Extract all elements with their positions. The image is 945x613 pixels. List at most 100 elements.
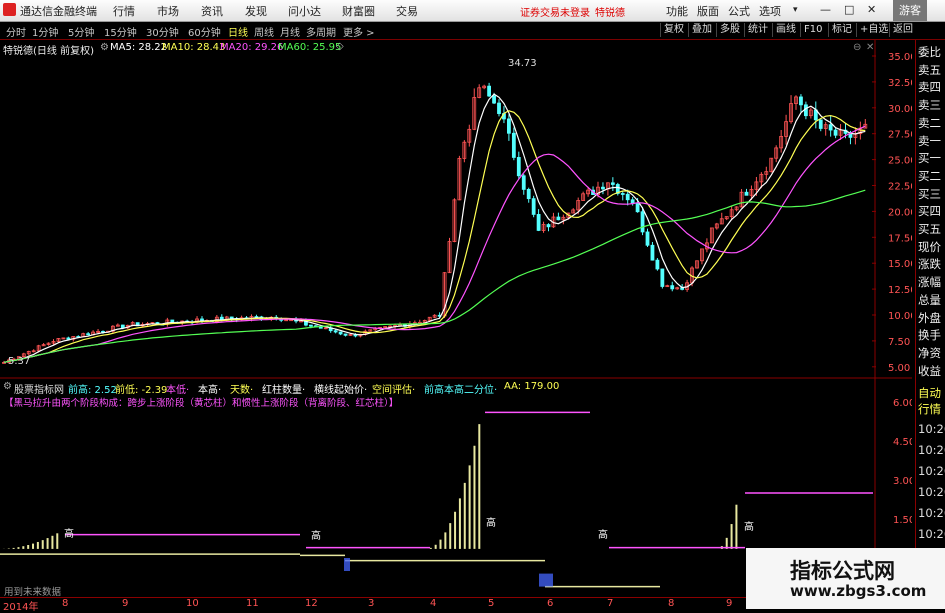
- menu-function[interactable]: 功能: [666, 3, 688, 19]
- indicator-bars: [2, 424, 738, 549]
- time-tick-label: 9: [122, 598, 129, 609]
- adjust-button[interactable]: 复权: [660, 23, 687, 37]
- tab-30min[interactable]: 30分钟: [146, 24, 179, 39]
- menu-news[interactable]: 资讯: [201, 3, 223, 19]
- menu-discover[interactable]: 发现: [245, 3, 267, 19]
- side-panel-label: 净资: [918, 345, 941, 360]
- side-panel-label: 换手: [918, 328, 941, 343]
- candle-body: [799, 96, 803, 106]
- side-panel-label: 总量: [918, 292, 941, 307]
- mark-button[interactable]: 标记: [828, 23, 855, 37]
- candle-body: [170, 319, 175, 323]
- candle-body: [497, 102, 501, 114]
- ind-item-1: 前低: -2.39: [115, 385, 168, 396]
- time-tick-label: 8: [668, 598, 675, 609]
- candle-body: [744, 191, 749, 196]
- candle-body: [338, 331, 343, 335]
- candle-body: [818, 119, 823, 129]
- candle-body: [487, 85, 492, 97]
- login-notice[interactable]: 证券交易未登录: [520, 4, 590, 19]
- indicator-tick-label: 4.50: [893, 437, 912, 448]
- candle-body: [650, 244, 655, 261]
- add-watchlist-button[interactable]: +自选: [856, 23, 891, 37]
- overlay-button[interactable]: 叠加: [688, 23, 715, 37]
- candlestick-series: [2, 82, 868, 364]
- time-tick-label: 2014年: [3, 602, 39, 613]
- menu-market[interactable]: 市场: [157, 3, 179, 19]
- statistics-button[interactable]: 统计: [744, 23, 771, 37]
- close-icon[interactable]: ✕: [867, 3, 876, 16]
- indicator-name[interactable]: 股票指标网: [14, 381, 64, 396]
- menu-ask-xiaoda[interactable]: 问小达: [288, 3, 321, 19]
- tab-60min[interactable]: 60分钟: [188, 24, 221, 39]
- kline-chart[interactable]: 高高高高高 35.0032.5030.0027.5025.0022.5020.0…: [0, 40, 912, 609]
- auto-section-sub[interactable]: 行情: [918, 402, 945, 416]
- menu-formula[interactable]: 公式: [728, 3, 750, 19]
- candle-body: [343, 333, 348, 336]
- price-tick-label: 5.00: [888, 363, 910, 374]
- price-tick-label: 7.50: [888, 337, 910, 348]
- indicator-description: 【黑马拉升由两个阶段构成：跨步上涨阶段（黄芯柱）和惯性上涨阶段（背离阶段、红芯柱…: [4, 398, 399, 409]
- tick-time: 10:26: [918, 422, 945, 436]
- expand-arrows-icon[interactable]: ◇: [336, 41, 344, 52]
- candle-body: [833, 129, 838, 136]
- candle-body: [804, 104, 808, 117]
- menu-layout[interactable]: 版面: [697, 3, 719, 19]
- tab-weekly[interactable]: 周线: [254, 24, 274, 39]
- dropdown-icon[interactable]: ▾: [793, 5, 798, 15]
- tick-time: 10:26: [918, 485, 945, 499]
- close-panel-icon[interactable]: ✕: [866, 42, 874, 53]
- price-tick-label: 15.00: [888, 259, 912, 270]
- ma60-label: MA60: 25.95: [278, 42, 342, 53]
- time-tick-label: 10: [186, 598, 199, 609]
- f10-button[interactable]: F10: [800, 23, 825, 37]
- candle-body: [635, 202, 640, 213]
- auto-section-title[interactable]: 自动: [918, 386, 945, 400]
- candle-body: [546, 224, 551, 228]
- indicator-tick-label: 3.00: [893, 476, 912, 487]
- tab-1min[interactable]: 1分钟: [32, 24, 58, 39]
- tab-intraday[interactable]: 分时: [6, 24, 26, 39]
- side-panel-label: 收益: [918, 363, 941, 378]
- side-panel-label: 卖四: [918, 80, 941, 95]
- side-panel-label: 买一: [918, 151, 941, 166]
- tab-daily[interactable]: 日线: [228, 24, 248, 39]
- candle-body: [640, 211, 645, 233]
- side-panel-label: 卖一: [918, 133, 941, 148]
- tab-more[interactable]: 更多 >: [343, 24, 375, 39]
- watermark-url: www.zbgs3.com: [790, 582, 927, 600]
- multi-stock-button[interactable]: 多股: [716, 23, 743, 37]
- candle-body: [660, 268, 665, 287]
- candle-body: [66, 337, 71, 340]
- app-title: 通达信金融终端: [20, 5, 97, 18]
- tick-time: 10:26: [918, 443, 945, 457]
- price-tick-label: 30.00: [888, 104, 912, 115]
- draw-line-button[interactable]: 画线: [772, 23, 799, 37]
- menu-quotes[interactable]: 行情: [113, 3, 135, 19]
- side-panel-label: 卖三: [918, 98, 941, 113]
- back-button[interactable]: 返回: [889, 23, 916, 37]
- ind-item-4: 天数·: [230, 385, 254, 396]
- minimize-icon[interactable]: —: [820, 3, 831, 16]
- price-tick-label: 27.50: [888, 130, 912, 141]
- candle-body: [521, 175, 526, 190]
- ma-info-bar: 特锐德(日线 前复权) ⚙ MA5: 28.22 MA10: 28.43 MA2…: [0, 41, 912, 57]
- high-price-marker: 34.73: [508, 58, 537, 69]
- menu-options[interactable]: 选项: [759, 3, 781, 19]
- settings-gear-icon[interactable]: ⚙: [100, 42, 109, 53]
- menu-wealth-circle[interactable]: 财富圈: [342, 3, 375, 19]
- zoom-icon[interactable]: ⊖: [853, 42, 861, 53]
- tab-5min[interactable]: 5分钟: [68, 24, 94, 39]
- tab-multi-period[interactable]: 多周期: [306, 24, 336, 39]
- maximize-icon[interactable]: □: [844, 3, 854, 16]
- guest-button[interactable]: 游客: [893, 0, 927, 21]
- candle-body: [828, 124, 833, 131]
- candle-body: [536, 214, 541, 231]
- tab-15min[interactable]: 15分钟: [104, 24, 137, 39]
- tab-monthly[interactable]: 月线: [280, 24, 300, 39]
- low-price-marker: 5.37: [8, 356, 31, 367]
- ind-item-7: 空间评估·: [372, 385, 416, 396]
- menu-trade[interactable]: 交易: [396, 3, 418, 19]
- indicator-gear-icon[interactable]: ⚙: [3, 381, 12, 392]
- price-tick-label: 20.00: [888, 207, 912, 218]
